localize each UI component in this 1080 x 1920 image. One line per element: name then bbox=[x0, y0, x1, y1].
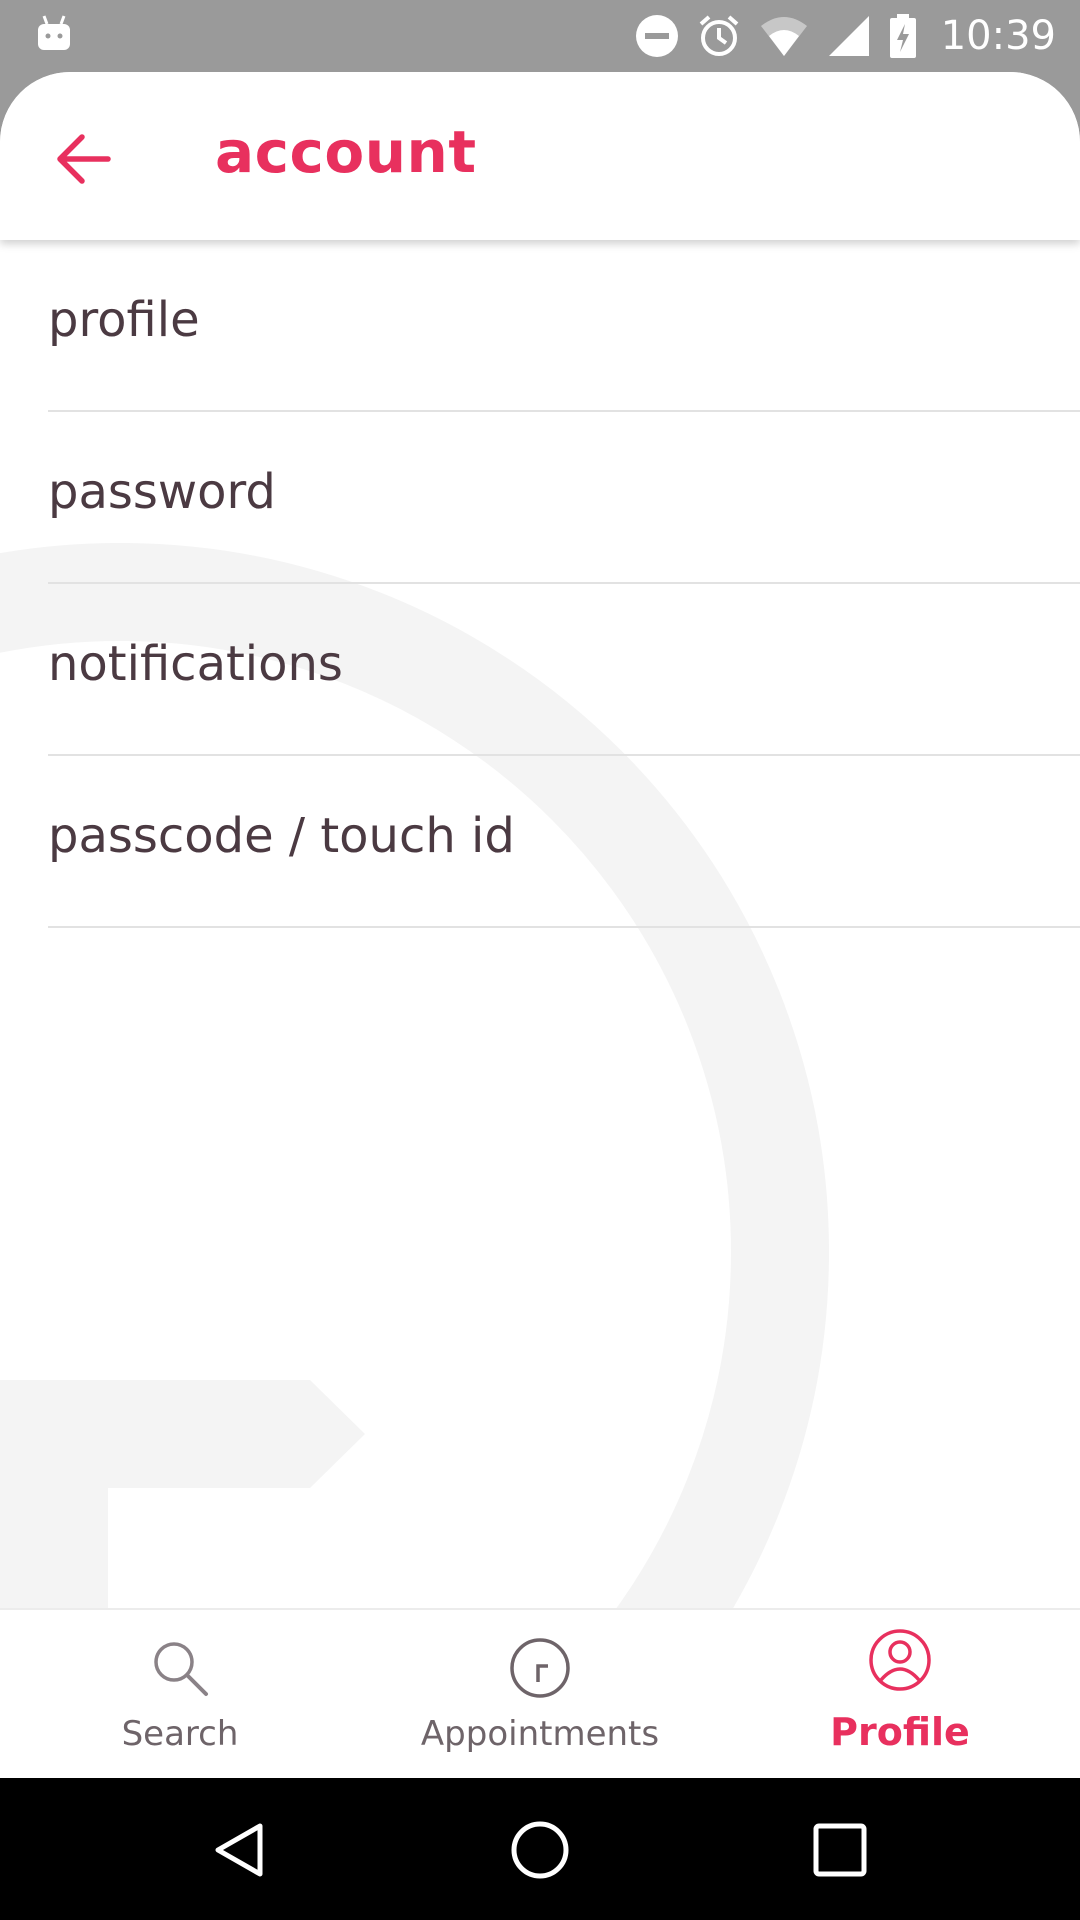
back-triangle-icon[interactable] bbox=[208, 1818, 272, 1882]
nav-profile[interactable]: Profile bbox=[720, 1610, 1080, 1778]
home-circle-icon[interactable] bbox=[508, 1818, 572, 1882]
wifi-icon bbox=[760, 17, 807, 56]
user-circle-icon bbox=[869, 1629, 931, 1691]
page-title: account bbox=[215, 118, 477, 186]
arrow-left-icon[interactable] bbox=[50, 124, 120, 194]
account-menu: profile password notifications passcode … bbox=[0, 240, 1080, 928]
nav-appointments-label: Appointments bbox=[420, 1714, 660, 1754]
menu-item-profile[interactable]: profile bbox=[48, 240, 1080, 412]
nav-search[interactable]: Search bbox=[0, 1610, 360, 1778]
menu-item-password[interactable]: password bbox=[48, 412, 1080, 584]
bottom-navigation: Search Appointments Profile bbox=[0, 1608, 1080, 1778]
status-bar: 10:39 bbox=[0, 0, 1080, 72]
nav-profile-label: Profile bbox=[830, 1710, 970, 1754]
signal-icon bbox=[828, 16, 869, 56]
clock-icon bbox=[510, 1638, 570, 1698]
android-icon bbox=[38, 15, 70, 50]
menu-item-label: password bbox=[48, 464, 276, 520]
status-icons: 10:39 bbox=[635, 0, 1056, 72]
menu-item-label: notifications bbox=[48, 636, 343, 692]
nav-appointments[interactable]: Appointments bbox=[360, 1610, 720, 1778]
do-not-disturb-icon bbox=[635, 15, 678, 57]
recents-square-icon[interactable] bbox=[808, 1818, 872, 1882]
app-panel: account profile password notifications p… bbox=[0, 72, 1080, 1776]
menu-item-passcode-touch-id[interactable]: passcode / touch id bbox=[48, 756, 1080, 928]
alarm-icon bbox=[699, 15, 739, 56]
search-icon bbox=[154, 1642, 208, 1696]
menu-item-label: profile bbox=[48, 292, 200, 348]
app-bar: account bbox=[0, 72, 1080, 240]
nav-search-label: Search bbox=[121, 1714, 239, 1754]
battery-charging-icon bbox=[889, 14, 916, 58]
menu-item-label: passcode / touch id bbox=[48, 808, 515, 864]
screen: 10:39 account profile password notificat… bbox=[0, 0, 1080, 1920]
menu-item-notifications[interactable]: notifications bbox=[48, 584, 1080, 756]
system-nav-bar bbox=[0, 1776, 1080, 1920]
clock-time: 10:39 bbox=[940, 13, 1056, 59]
